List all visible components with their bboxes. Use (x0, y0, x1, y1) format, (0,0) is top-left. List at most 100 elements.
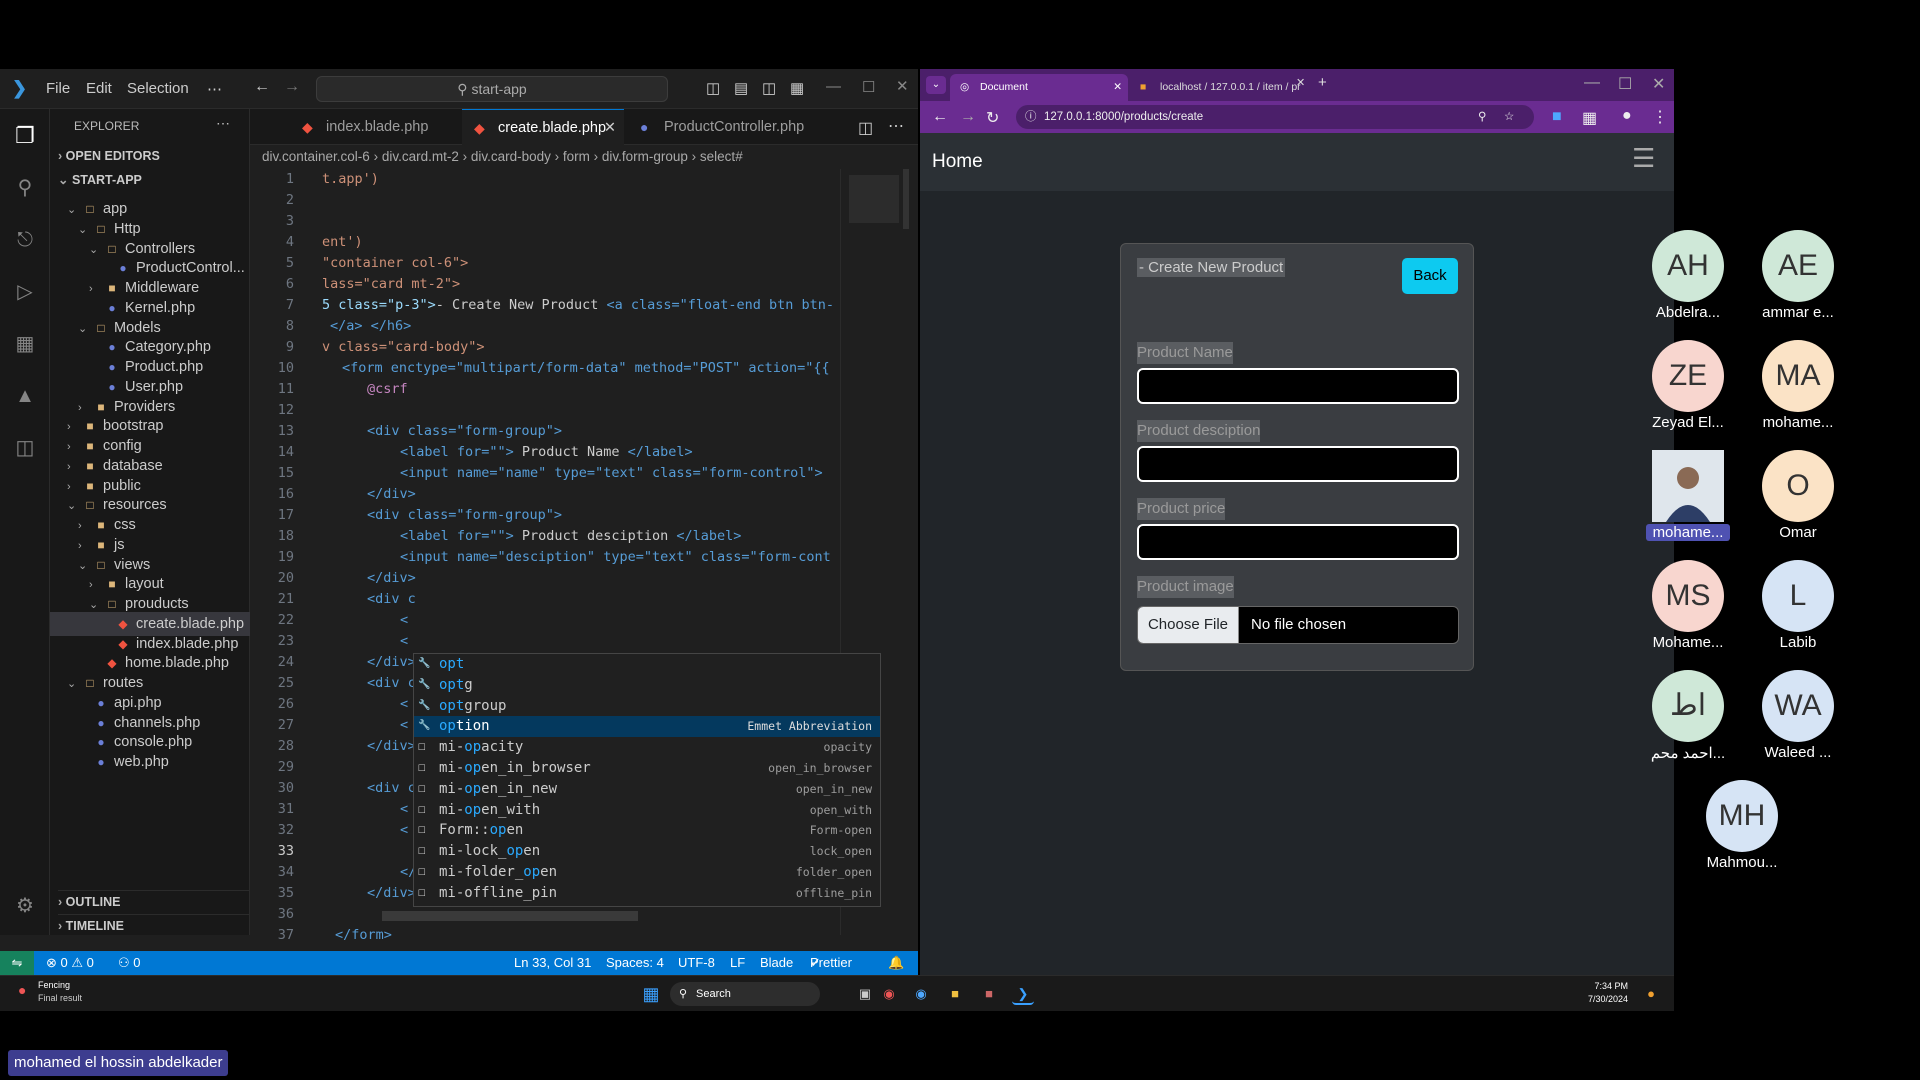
timeline-section[interactable]: › TIMELINE (58, 914, 250, 936)
explorer-icon[interactable]: ❐ (12, 123, 38, 149)
menu-selection[interactable]: Selection (127, 80, 189, 97)
participant-tile[interactable]: اط احمد محم... (1638, 670, 1738, 762)
participant-tile[interactable]: L Labib (1748, 560, 1848, 651)
extensions-icon[interactable]: ▦ (12, 331, 38, 357)
ports-status[interactable]: ⚇ 0 (118, 951, 141, 975)
tree-item-web-php[interactable]: ● web.php (50, 750, 250, 774)
windows-start-icon[interactable]: ▦ (640, 983, 662, 1005)
forward-arrow-icon[interactable]: → (960, 108, 976, 126)
remote-indicator-icon[interactable]: ⇋ (0, 951, 34, 975)
participant-tile[interactable]: MA mohame... (1748, 340, 1848, 431)
breadcrumb-item[interactable]: select# (700, 149, 743, 164)
breadcrumb-item[interactable]: div.card-body (471, 149, 551, 164)
product-price-input[interactable] (1137, 524, 1459, 560)
vertical-scrollbar[interactable] (903, 169, 909, 229)
explorer-more-icon[interactable]: ⋯ (216, 115, 230, 132)
address-bar[interactable]: ⓘ 127.0.0.1:8000/products/create ⚲ ☆ (1016, 105, 1534, 129)
tab-create-blade[interactable]: ◆ create.blade.php ✕ (462, 109, 624, 145)
back-arrow-icon[interactable]: ← (932, 108, 948, 126)
chrome-profile-icon[interactable]: ◉ (910, 983, 932, 1005)
product-name-input[interactable] (1137, 368, 1459, 404)
outline-section[interactable]: › OUTLINE (58, 890, 250, 912)
breadcrumb-item[interactable]: div.container.col-6 (262, 149, 370, 164)
search-icon[interactable]: ⚲ (12, 175, 38, 201)
toggle-secondary-sidebar-icon[interactable]: ◫ (762, 79, 776, 97)
editor-more-icon[interactable]: ⋯ (888, 116, 904, 136)
menu-edit[interactable]: Edit (86, 80, 112, 97)
open-editors-section[interactable]: › OPEN EDITORS (58, 145, 160, 167)
breadcrumb-item[interactable]: div.card.mt-2 (382, 149, 459, 164)
back-button[interactable]: Back (1402, 258, 1458, 294)
participant-tile[interactable]: ZE Zeyad El... (1638, 340, 1738, 431)
toggle-panel-icon[interactable]: ▤ (734, 79, 748, 97)
cursor-position[interactable]: Ln 33, Col 31 (514, 951, 591, 975)
close-icon[interactable]: ✕ (1652, 74, 1665, 94)
language-mode[interactable]: Blade (760, 951, 793, 975)
zoom-icon[interactable]: ⚲ (1478, 105, 1486, 129)
autocomplete-suggest-widget[interactable]: 🔧 opt 🔧 optg 🔧 optgroup 🔧 option Emmet Abbreviat… (413, 653, 881, 907)
tab-close-icon[interactable]: ✕ (1113, 74, 1122, 101)
clock-time[interactable]: 7:34 PM (1584, 981, 1628, 991)
maximize-icon[interactable]: ☐ (862, 78, 875, 96)
app-icon[interactable]: ■ (978, 983, 1000, 1005)
file-explorer-icon[interactable]: ■ (944, 983, 966, 1005)
suggestion-item[interactable]: ☐ mi-offline_pin offline_pin (414, 883, 880, 904)
browser-menu-icon[interactable]: ⋮ (1652, 107, 1668, 127)
minimize-icon[interactable]: — (826, 78, 841, 95)
copilot-icon[interactable]: ● (1640, 983, 1662, 1005)
weather-widget-icon[interactable]: ● (18, 982, 26, 998)
run-debug-icon[interactable]: ▷ (12, 279, 38, 305)
browser-tab-document[interactable]: ◎ Document ✕ (950, 74, 1128, 101)
vscode-taskbar-icon[interactable]: ❯ (1012, 983, 1034, 1005)
tab-close-icon[interactable]: ✕ (1296, 76, 1305, 89)
tab-product-controller[interactable]: ● ProductController.php (628, 109, 814, 145)
split-editor-icon[interactable]: ◫ (858, 118, 873, 138)
tab-index-blade[interactable]: ◆ index.blade.php (290, 109, 438, 145)
choose-file-button[interactable]: Choose File (1138, 607, 1239, 643)
minimize-icon[interactable]: — (1584, 74, 1600, 92)
profile-icon[interactable]: ● (1622, 107, 1632, 125)
database-icon[interactable]: ◫ (12, 435, 38, 461)
breadcrumb-item[interactable]: div.form-group (602, 149, 688, 164)
chrome-icon[interactable]: ◉ (878, 983, 900, 1005)
customize-layout-icon[interactable]: ▦ (790, 79, 804, 97)
eol-status[interactable]: LF (730, 951, 745, 975)
close-icon[interactable]: ✕ (896, 77, 909, 95)
suggestion-item[interactable]: ☐ mi-folder_open folder_open (414, 862, 880, 883)
new-tab-icon[interactable]: + (1318, 74, 1327, 91)
suggestion-item[interactable]: ☐ mi-open_with open_with (414, 800, 880, 821)
breadcrumb-item[interactable]: form (563, 149, 590, 164)
reload-icon[interactable]: ↻ (986, 108, 999, 128)
horizontal-scrollbar[interactable] (382, 911, 638, 921)
suggestion-item[interactable]: ☐ mi-opacity opacity (414, 737, 880, 758)
remote-explorer-icon[interactable]: ▲ (12, 383, 38, 409)
settings-gear-icon[interactable]: ⚙ (12, 893, 38, 919)
tab-list-icon[interactable]: ⌄ (926, 76, 946, 94)
extensions-puzzle-icon[interactable]: ▦ (1582, 108, 1597, 128)
menu-file[interactable]: File (46, 80, 70, 97)
toggle-sidebar-icon[interactable]: ◫ (706, 79, 720, 97)
product-image-file-input[interactable]: Choose File No file chosen (1137, 606, 1459, 644)
bookmark-star-icon[interactable]: ☆ (1504, 105, 1514, 129)
suggestion-item[interactable]: ☐ mi-open_in_new open_in_new (414, 779, 880, 800)
suggestion-item[interactable]: 🔧 optg (414, 675, 880, 696)
suggestion-item[interactable]: 🔧 opt (414, 654, 880, 675)
clock-date[interactable]: 7/30/2024 (1584, 994, 1628, 1004)
minimap-slider[interactable] (849, 175, 899, 223)
menu-more[interactable]: ⋯ (207, 80, 222, 98)
encoding-status[interactable]: UTF-8 (678, 951, 715, 975)
suggestion-item[interactable]: 🔧 optgroup (414, 696, 880, 717)
forward-arrow-icon[interactable]: → (284, 78, 300, 96)
extension-icon[interactable]: ■ (1552, 108, 1562, 126)
suggestion-item[interactable]: ☐ mi-open_in_browser open_in_browser (414, 758, 880, 779)
widget-title[interactable]: Fencing (38, 980, 70, 990)
indentation-status[interactable]: Spaces: 4 (606, 951, 664, 975)
suggestion-item[interactable]: 🔧 option Emmet Abbreviation (414, 716, 880, 738)
source-control-icon[interactable]: ⎋ (12, 227, 38, 253)
back-arrow-icon[interactable]: ← (254, 78, 270, 96)
problems-status[interactable]: ⊗ 0 ⚠ 0 (46, 951, 94, 975)
participant-tile[interactable]: mohame... (1638, 450, 1738, 541)
suggestion-item[interactable]: ☐ mi-lock_open lock_open (414, 841, 880, 862)
browser-tab-phpmyadmin[interactable]: ■ localhost / 127.0.0.1 / item / pr (1130, 74, 1308, 101)
taskbar-search[interactable]: ⚲ Search (670, 982, 820, 1006)
